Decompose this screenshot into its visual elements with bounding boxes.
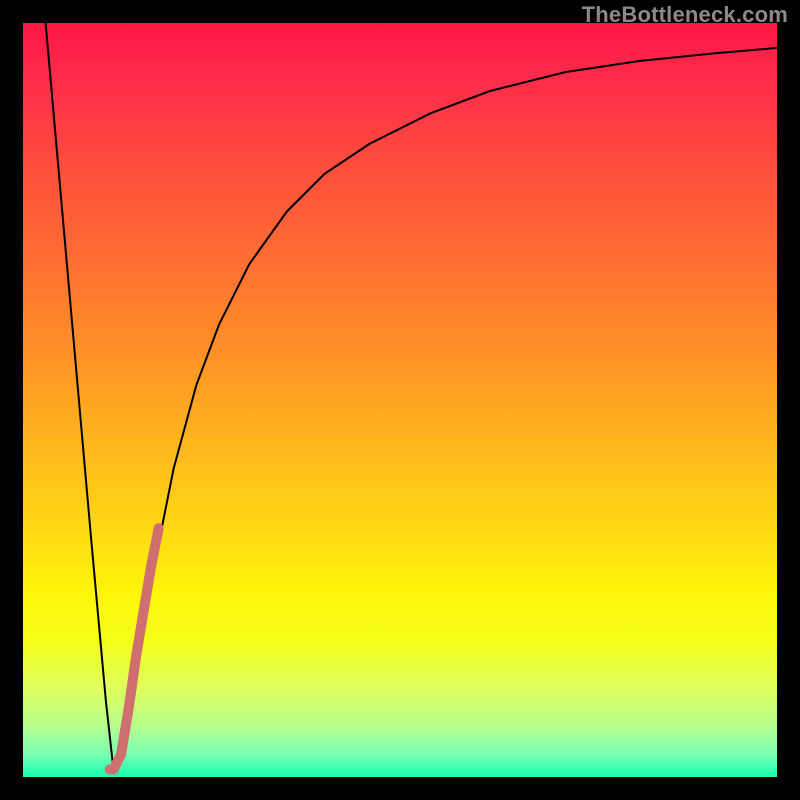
series-pink-overlay — [110, 528, 159, 769]
series-black-curve — [46, 23, 777, 769]
chart-frame: TheBottleneck.com — [0, 0, 800, 800]
watermark-text: TheBottleneck.com — [582, 2, 788, 28]
chart-svg — [0, 0, 800, 800]
